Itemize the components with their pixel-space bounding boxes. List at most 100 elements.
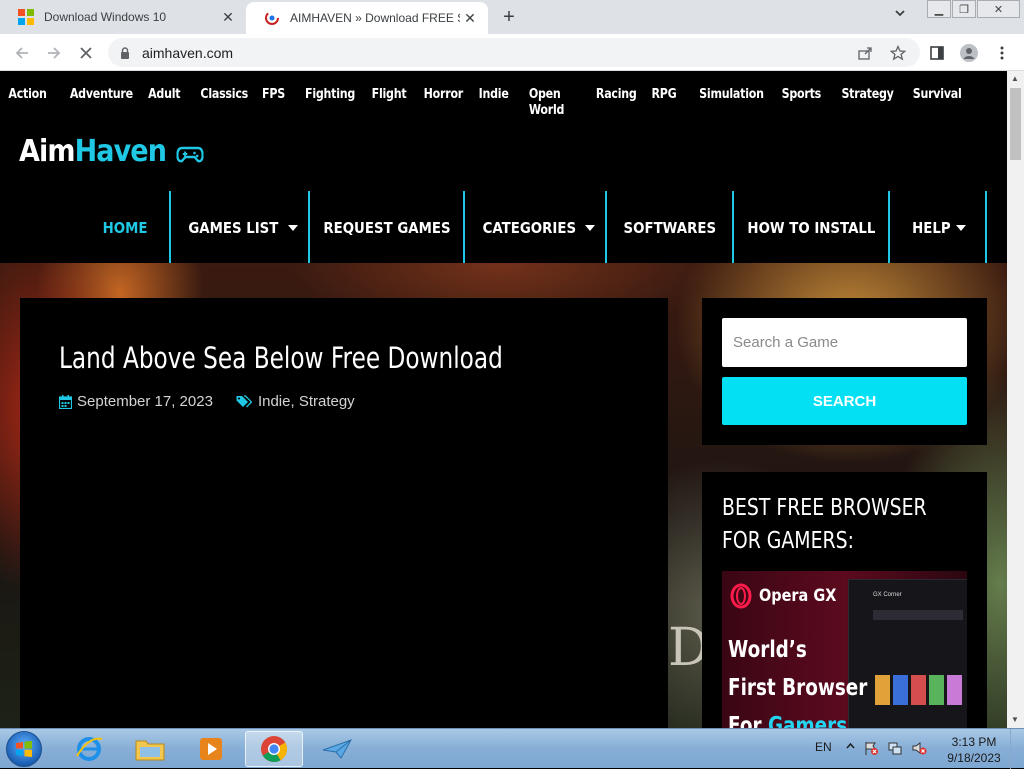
gamepad-icon (176, 146, 204, 162)
calendar-icon (59, 394, 72, 409)
category-link-horror[interactable]: Horror (424, 86, 464, 118)
category-link-open-world[interactable]: Open World (529, 86, 578, 118)
category-link-fighting[interactable]: Fighting (305, 86, 355, 118)
media-player-icon[interactable] (182, 731, 240, 767)
category-link-simulation[interactable]: Simulation (699, 86, 764, 118)
tab-search-chevron-icon[interactable] (894, 7, 906, 22)
close-window-button[interactable]: ✕ (977, 0, 1020, 18)
ad-promo-text: World’s First Browser For Gamers (728, 631, 867, 728)
category-link-adult[interactable]: Adult (149, 86, 181, 118)
logo-text-aim: Aim (19, 134, 75, 169)
nav-divider (985, 191, 987, 264)
category-link-strategy[interactable]: Strategy (841, 86, 893, 118)
side-panel-icon[interactable] (928, 44, 946, 62)
caret-down-icon (585, 224, 596, 231)
nav-how-to-install[interactable]: HOW TO INSTALL (734, 191, 888, 264)
category-link-flight[interactable]: Flight (371, 86, 406, 118)
ad-line-1: World’s (728, 637, 807, 663)
category-link-strategy-meta[interactable]: Strategy (299, 393, 355, 410)
show-hidden-icons-arrow-icon[interactable] (846, 740, 855, 759)
nav-request-games[interactable]: REQUEST GAMES (310, 191, 463, 264)
chrome-menu-icon[interactable] (993, 44, 1011, 62)
article-date: September 17, 2023 (77, 393, 213, 410)
tab-title: AIMHAVEN » Download FREE Ste (290, 11, 460, 25)
windows-logo-icon (18, 9, 34, 25)
close-tab-icon[interactable]: ✕ (460, 8, 480, 28)
stop-loading-icon[interactable] (75, 42, 97, 64)
ad-line-3: For Gamers (728, 713, 848, 728)
nav-games-list[interactable]: GAMES LIST (171, 191, 308, 264)
nav-categories[interactable]: CATEGORIES (465, 191, 605, 264)
opera-brand: Opera GX (730, 583, 850, 609)
loading-favicon-icon (264, 10, 280, 26)
tab-download-windows[interactable]: Download Windows 10 ✕ (0, 0, 246, 34)
minimize-window-button[interactable]: ▁ (927, 0, 951, 18)
action-center-flag-icon[interactable] (863, 740, 879, 759)
search-button[interactable]: SEARCH (722, 377, 967, 425)
page-scrollbar[interactable]: ▲ ▼ (1007, 71, 1024, 728)
category-link-adventure[interactable]: Adventure (69, 86, 132, 118)
internet-explorer-icon[interactable] (60, 731, 118, 767)
search-widget: SEARCH (702, 298, 987, 445)
main-navigation: HOME GAMES LIST REQUEST GAMES CATEGORIES… (0, 191, 1007, 264)
system-clock[interactable]: 3:13 PM 9/18/2023 (942, 734, 1006, 766)
logo-text-haven: Haven (74, 134, 167, 169)
category-link-indie[interactable]: Indie (479, 86, 509, 118)
nav-home[interactable]: HOME (82, 191, 169, 264)
category-link-survival[interactable]: Survival (913, 86, 962, 118)
share-icon[interactable] (856, 44, 874, 62)
chrome-taskbar-icon[interactable] (245, 731, 303, 767)
scroll-down-arrow-icon[interactable]: ▼ (1011, 715, 1019, 724)
address-bar[interactable]: aimhaven.com (108, 38, 920, 67)
profile-avatar-icon[interactable] (960, 44, 978, 62)
category-link-action[interactable]: Action (8, 86, 46, 118)
site-logo[interactable]: AimHaven (19, 134, 204, 169)
clock-date: 9/18/2023 (947, 751, 1001, 765)
tags-icon (236, 394, 252, 407)
caret-down-icon (955, 224, 966, 231)
back-arrow-icon[interactable] (11, 42, 33, 64)
scroll-up-arrow-icon[interactable]: ▲ (1011, 74, 1019, 83)
category-link-rpg[interactable]: RPG (651, 86, 676, 118)
volume-muted-icon[interactable] (911, 740, 927, 759)
windows-flag-icon (16, 740, 32, 757)
close-tab-icon[interactable]: ✕ (218, 7, 238, 27)
language-indicator[interactable]: EN (815, 740, 832, 754)
category-link-racing[interactable]: Racing (596, 86, 637, 118)
show-desktop-button[interactable] (1010, 729, 1024, 769)
start-button[interactable] (6, 731, 42, 767)
opera-gx-banner[interactable]: GX Corner Opera GX World’s First Browser… (722, 571, 967, 728)
caret-down-icon (287, 224, 298, 231)
browser-ad-widget: BEST FREE BROWSER FOR GAMERS: GX Corner … (702, 472, 987, 728)
network-icon[interactable] (887, 740, 903, 759)
article-meta: September 17, 2023 Indie, Strategy (59, 393, 355, 410)
ad-line-2: First Browser (728, 675, 868, 701)
browser-toolbar: aimhaven.com (0, 34, 1024, 71)
category-link-indie-meta[interactable]: Indie (258, 393, 291, 410)
restore-window-button[interactable]: ❐ (952, 0, 976, 18)
windows-taskbar: EN 3:13 PM 9/18/2023 (0, 728, 1024, 769)
nav-softwares[interactable]: SOFTWARES (607, 191, 732, 264)
category-link-sports[interactable]: Sports (781, 86, 821, 118)
category-link-fps[interactable]: FPS (262, 86, 285, 118)
bookmark-star-icon[interactable] (889, 44, 907, 62)
new-tab-button[interactable]: + (498, 6, 520, 28)
file-explorer-icon[interactable] (121, 731, 179, 767)
website-viewport: Action Adventure Adult Classics FPS Figh… (0, 71, 1007, 728)
scrollbar-thumb[interactable] (1010, 88, 1021, 160)
nav-help[interactable]: HELP (890, 191, 985, 264)
tab-aimhaven[interactable]: AIMHAVEN » Download FREE Ste ✕ (246, 2, 488, 34)
tab-title: Download Windows 10 (44, 10, 167, 24)
screenshot-label: GX Corner (873, 592, 902, 598)
category-separator: , (290, 393, 299, 410)
game-search-input[interactable] (722, 318, 967, 367)
forward-arrow-icon[interactable] (43, 42, 65, 64)
article-card: Land Above Sea Below Free Download Septe… (20, 298, 668, 728)
opera-logo-icon (730, 583, 752, 609)
browser-tab-strip: Download Windows 10 ✕ AIMHAVEN » Downloa… (0, 0, 1024, 34)
lock-icon (120, 46, 130, 59)
paper-plane-app-icon[interactable] (308, 731, 366, 767)
top-category-menu: Action Adventure Adult Classics FPS Figh… (0, 86, 962, 118)
category-link-classics[interactable]: Classics (200, 86, 248, 118)
opera-brand-name: Opera GX (759, 586, 837, 606)
